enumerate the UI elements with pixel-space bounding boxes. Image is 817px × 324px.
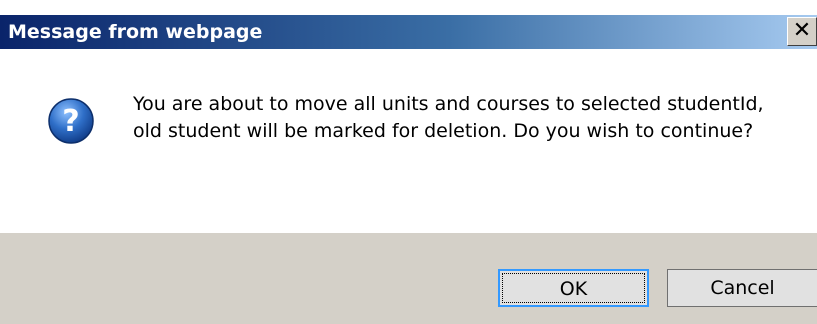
question-icon: ? (48, 98, 94, 144)
close-icon: ✕ (792, 18, 812, 43)
button-bar: OK Cancel (0, 233, 817, 324)
close-button[interactable]: ✕ (787, 17, 817, 46)
svg-text:?: ? (62, 104, 79, 139)
ok-button[interactable]: OK (498, 269, 649, 307)
title-bar: Message from webpage ✕ (0, 15, 817, 49)
cancel-button[interactable]: Cancel (667, 269, 817, 307)
dialog-message: You are about to move all units and cour… (133, 93, 764, 142)
dialog-title: Message from webpage (8, 21, 263, 43)
message-dialog: Message from webpage ✕ ? You are about t… (0, 0, 817, 324)
